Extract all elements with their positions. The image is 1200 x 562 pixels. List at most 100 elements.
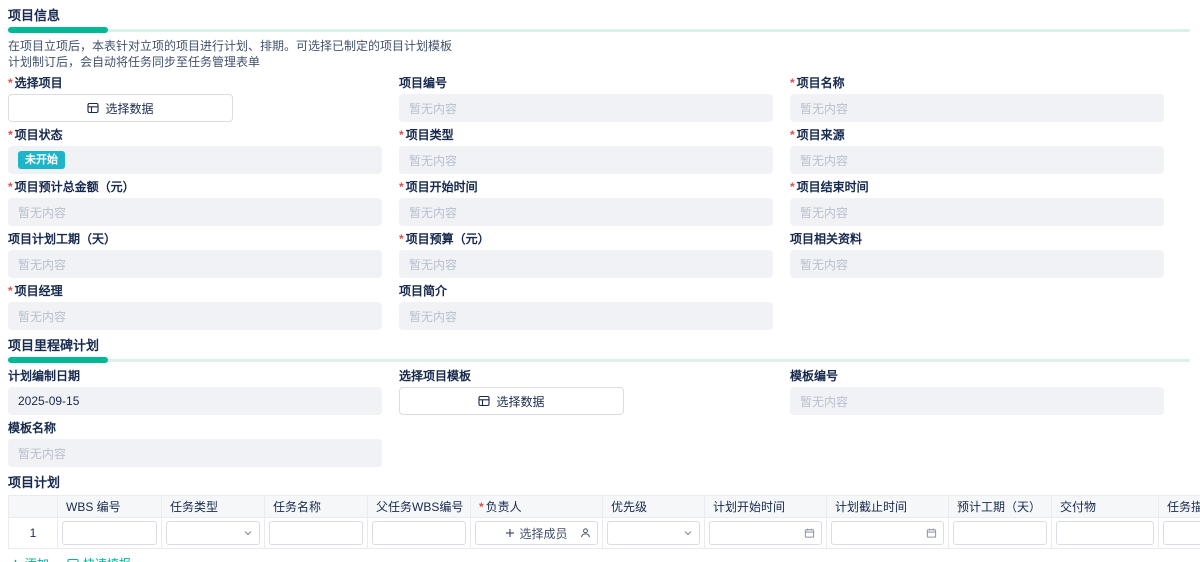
col-header-task-name: 任务名称 <box>264 495 368 518</box>
table-actions: 添加 快速填报 <box>10 556 1200 562</box>
section-title-project-info: 项目信息 <box>8 8 61 23</box>
field-label: 项目经理 <box>8 284 382 298</box>
plan-end-date-picker[interactable] <box>831 521 944 545</box>
status-badge: 未开始 <box>18 151 65 169</box>
field-label: 项目来源 <box>790 128 1164 142</box>
plus-icon <box>14 559 17 562</box>
section-underline <box>8 357 1190 363</box>
plan-start-date-picker[interactable] <box>709 521 822 545</box>
quick-fill-label: 快速填报 <box>83 556 131 562</box>
task-name-input[interactable] <box>269 521 363 545</box>
field-label: 项目简介 <box>399 284 448 298</box>
underline-track <box>8 29 1190 32</box>
calendar-icon <box>926 528 937 538</box>
deliverable-input[interactable] <box>1056 521 1154 545</box>
required-asterisk <box>479 500 486 514</box>
field-plan-date: 计划编制日期 2025-09-15 <box>8 369 382 415</box>
field-label: 项目结束时间 <box>790 180 1164 194</box>
field-label: 选择项目 <box>8 76 382 90</box>
select-data-icon <box>478 395 491 407</box>
project-name-field: 暂无内容 <box>790 94 1164 122</box>
field-select-project: 选择项目 选择数据 <box>8 76 382 122</box>
field-budget: 项目预算（元） 暂无内容 <box>399 232 773 278</box>
description-line-1: 在项目立项后，本表针对立项的项目进行计划、排期。可选择已制定的项目计划模板 <box>8 39 453 53</box>
member-picker-label: 选择成员 <box>519 526 568 541</box>
grid-spacer <box>399 421 773 467</box>
col-header-plan-end: 计划截止时间 <box>826 495 949 518</box>
calendar-icon <box>804 528 815 538</box>
est-duration-input[interactable] <box>953 521 1047 545</box>
project-no-field: 暂无内容 <box>399 94 773 122</box>
section-title-plan-table: 项目计划 <box>8 475 61 490</box>
field-label: 选择项目模板 <box>399 369 472 383</box>
plan-table: WBS 编号 任务类型 任务名称 父任务WBS编号 负责人 优先级 计划开始时间… <box>8 495 1200 549</box>
project-plan-form: 项目信息 在项目立项后，本表针对立项的项目进行计划、排期。可选择已制定的项目计划… <box>0 0 1200 562</box>
select-data-button[interactable]: 选择数据 <box>8 94 233 122</box>
chevron-down-icon <box>684 531 692 536</box>
section-description: 在项目立项后，本表针对立项的项目进行计划、排期。可选择已制定的项目计划模板 计划… <box>8 38 1200 70</box>
add-row-button[interactable]: 添加 <box>10 556 49 562</box>
field-project-name: 项目名称 暂无内容 <box>790 76 1164 122</box>
select-template-button-label: 选择数据 <box>496 394 545 409</box>
template-name-field: 暂无内容 <box>8 439 382 467</box>
field-label: 项目开始时间 <box>399 180 773 194</box>
underline-accent-pill <box>8 27 108 33</box>
start-time-field: 暂无内容 <box>399 198 773 226</box>
row-index-cell: 1 <box>8 517 58 549</box>
select-template-button[interactable]: 选择数据 <box>399 387 624 415</box>
field-project-source: 项目来源 暂无内容 <box>790 128 1164 174</box>
section-underline <box>8 27 1190 33</box>
field-project-type: 项目类型 暂无内容 <box>399 128 773 174</box>
field-end-time: 项目结束时间 暂无内容 <box>790 180 1164 226</box>
description-line-2: 计划制订后，会自动将任务同步至任务管理表单 <box>8 55 261 69</box>
select-data-button-label: 选择数据 <box>105 101 154 116</box>
member-picker[interactable]: 选择成员 <box>475 521 598 545</box>
col-header-priority: 优先级 <box>602 495 705 518</box>
grid-spacer <box>790 421 1164 467</box>
field-label: 项目类型 <box>399 128 773 142</box>
quick-fill-button[interactable]: 快速填报 <box>67 556 131 562</box>
plan-table-viewport: WBS 编号 任务类型 任务名称 父任务WBS编号 负责人 优先级 计划开始时间… <box>8 495 1200 549</box>
project-manager-field: 暂无内容 <box>8 302 382 330</box>
field-template-name: 模板名称 暂无内容 <box>8 421 382 467</box>
underline-accent-pill <box>8 357 108 363</box>
table-row: 1 选择成员 <box>8 517 1200 549</box>
task-desc-input[interactable] <box>1163 521 1200 545</box>
section-title-milestone: 项目里程碑计划 <box>8 338 100 353</box>
project-type-field: 暂无内容 <box>399 146 773 174</box>
field-related-docs: 项目相关资料 暂无内容 <box>790 232 1164 278</box>
plan-duration-field: 暂无内容 <box>8 250 382 278</box>
related-docs-field: 暂无内容 <box>790 250 1164 278</box>
field-label: 项目计划工期（天） <box>8 232 117 246</box>
end-time-field: 暂无内容 <box>790 198 1164 226</box>
col-header-task-desc: 任务描述 <box>1158 495 1200 518</box>
person-icon <box>581 528 590 538</box>
milestone-grid: 计划编制日期 2025-09-15 选择项目模板 选择数据 模板编号 暂无内容 … <box>8 369 1200 467</box>
field-project-no: 项目编号 暂无内容 <box>399 76 773 122</box>
task-type-select[interactable] <box>166 521 260 545</box>
field-plan-duration: 项目计划工期（天） 暂无内容 <box>8 232 382 278</box>
table-header-row: WBS 编号 任务类型 任务名称 父任务WBS编号 负责人 优先级 计划开始时间… <box>8 495 1200 518</box>
field-project-manager: 项目经理 暂无内容 <box>8 284 382 330</box>
col-header-owner-label: 负责人 <box>485 500 522 514</box>
parent-wbs-input[interactable] <box>372 521 466 545</box>
field-project-intro: 项目简介 暂无内容 <box>399 284 773 330</box>
estimated-total-field: 暂无内容 <box>8 198 382 226</box>
template-no-field: 暂无内容 <box>790 387 1164 415</box>
field-label: 项目相关资料 <box>790 232 863 246</box>
col-header-parent-wbs: 父任务WBS编号 <box>367 495 471 518</box>
field-label: 模板名称 <box>8 421 57 435</box>
field-select-template: 选择项目模板 选择数据 <box>399 369 773 415</box>
col-header-owner: 负责人 <box>470 495 603 518</box>
col-header-est-duration: 预计工期（天） <box>948 495 1052 518</box>
priority-select[interactable] <box>607 521 700 545</box>
quick-fill-icon <box>67 558 79 562</box>
col-header-wbs: WBS 编号 <box>57 495 162 518</box>
wbs-input[interactable] <box>62 521 157 545</box>
col-header-rownum <box>8 495 58 518</box>
field-project-status: 项目状态 未开始 <box>8 128 382 174</box>
project-source-field: 暂无内容 <box>790 146 1164 174</box>
chevron-down-icon <box>244 531 252 536</box>
field-label: 项目预计总金额（元） <box>8 180 382 194</box>
add-row-label: 添加 <box>25 556 49 562</box>
